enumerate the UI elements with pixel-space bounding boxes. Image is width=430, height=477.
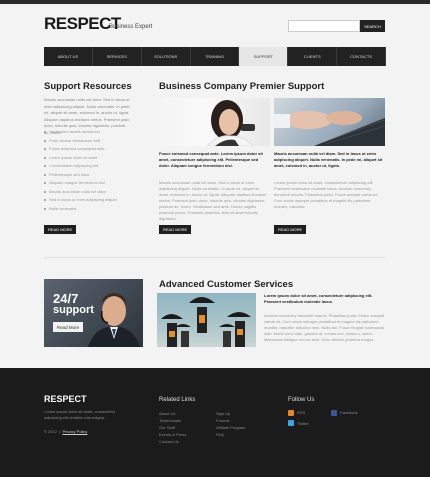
premier-col1-body: Mauris accumsan nulla vel diam. Sed in l… [159,180,267,221]
keyboard-photo [274,98,385,146]
footer-link-events-press[interactable]: Events & Press [159,432,186,437]
list-item[interactable]: Aliquam congue fermentum nisl [44,179,117,188]
top-bar [0,0,430,4]
related-links-title: Related Links [159,397,196,403]
nav-services[interactable]: SERVICES [93,47,142,66]
premier-support-title: Business Company Premier Support [159,81,325,92]
nav-about-us[interactable]: ABOUT US [44,47,93,66]
nav-clients[interactable]: CLIENTS [288,47,338,66]
social-facebook-link[interactable]: Facebook [340,410,358,415]
footer-link-sign-up[interactable]: Sign Up [216,411,230,416]
privacy-policy-link[interactable]: Privacy Policy [62,429,87,434]
social-twitter-link[interactable]: Twitter [297,421,309,426]
banner-support: support [53,304,94,316]
resources-read-more-button[interactable]: READ MORE [44,225,77,234]
nav-training[interactable]: TRAINING [191,47,240,66]
resources-intro-bold: Mauris accumsan nulla vel diam. [44,97,103,102]
resources-list: Vestibulum iaculis lacinia est Proin dic… [44,128,117,213]
footer-link-our-staff[interactable]: Our Staff [159,425,175,430]
rss-icon[interactable] [288,410,294,416]
list-item[interactable]: Sed in lacus ut enim adipiscing aliquet [44,196,117,205]
umbrellas-photo [157,293,256,347]
premier-col2-body: Lorem ipsum dolor sit amet, consectetuer… [274,180,379,209]
facebook-icon[interactable] [331,410,337,416]
woman-headset-photo [159,98,270,146]
list-item[interactable]: Fusce euismod consequat ante [44,145,117,154]
footer [0,368,430,477]
advanced-services-title: Advanced Customer Services [159,279,294,290]
footer-link-forums[interactable]: Forums [216,418,230,423]
follow-us-title: Follow Us [288,397,315,403]
footer-link-testimonials[interactable]: Testimonials [159,418,181,423]
premier-col2-read-more-button[interactable]: READ MORE [274,225,307,234]
premier-col1-read-more-button[interactable]: READ MORE [159,225,192,234]
footer-link-affiliate-program[interactable]: Affiliate Program [216,425,246,430]
advanced-body: Aenean nonummy hendrerit mauris. Phasell… [264,313,384,342]
nav-support[interactable]: SUPPORT [239,47,289,66]
search-button[interactable]: SEARCH [360,20,385,32]
footer-copyright: © 2012 | Privacy Policy [44,429,88,434]
footer-link-faq[interactable]: FAQ [216,432,224,437]
premier-col2-caption: Mauris accumsan nulla vel diam. Sed in l… [274,151,383,168]
social-rss-link[interactable]: RSS [297,410,305,415]
footer-logo[interactable]: RESPECT [44,394,87,404]
copyright-text: © 2012 [44,429,57,434]
list-item[interactable]: Consectetuer adipiscing elit [44,162,117,171]
list-item[interactable]: Vestibulum iaculis lacinia est [44,128,117,137]
premier-col1-caption: Fusce euismod consequat ante. Lorem ipsu… [159,151,263,168]
advanced-caption: Lorem ipsum dolor sit amet, consectetuer… [264,293,373,304]
support-banner[interactable]: 24/7 support Read More [44,279,143,347]
list-item[interactable]: Lorem ipsum dolor sit amet [44,154,117,163]
nav-contacts[interactable]: CONTACTS [337,47,387,66]
list-item[interactable]: Pellentesque sed dolor [44,171,117,180]
footer-link-contact-us[interactable]: Contact Us [159,439,179,444]
twitter-icon[interactable] [288,420,294,426]
banner-read-more-button[interactable]: Read More [53,322,83,332]
search-input[interactable] [288,20,360,32]
footer-link-about-us[interactable]: About Us [159,411,175,416]
site-tagline: Business Expert [109,24,153,30]
section-divider [44,257,385,258]
list-item[interactable]: Mauris accumsan nulla vel diam [44,188,117,197]
support-resources-title: Support Resources [44,81,132,92]
list-item[interactable]: Nulla venenatis [44,205,117,214]
footer-text: Lorem ipsum dolor sit amet, consectetur … [44,409,116,420]
main-nav: ABOUT US SERVICES SOLUTIONS TRAINING SUP… [44,47,387,66]
nav-solutions[interactable]: SOLUTIONS [142,47,191,66]
list-item[interactable]: Proin dictum elementum velit [44,137,117,146]
